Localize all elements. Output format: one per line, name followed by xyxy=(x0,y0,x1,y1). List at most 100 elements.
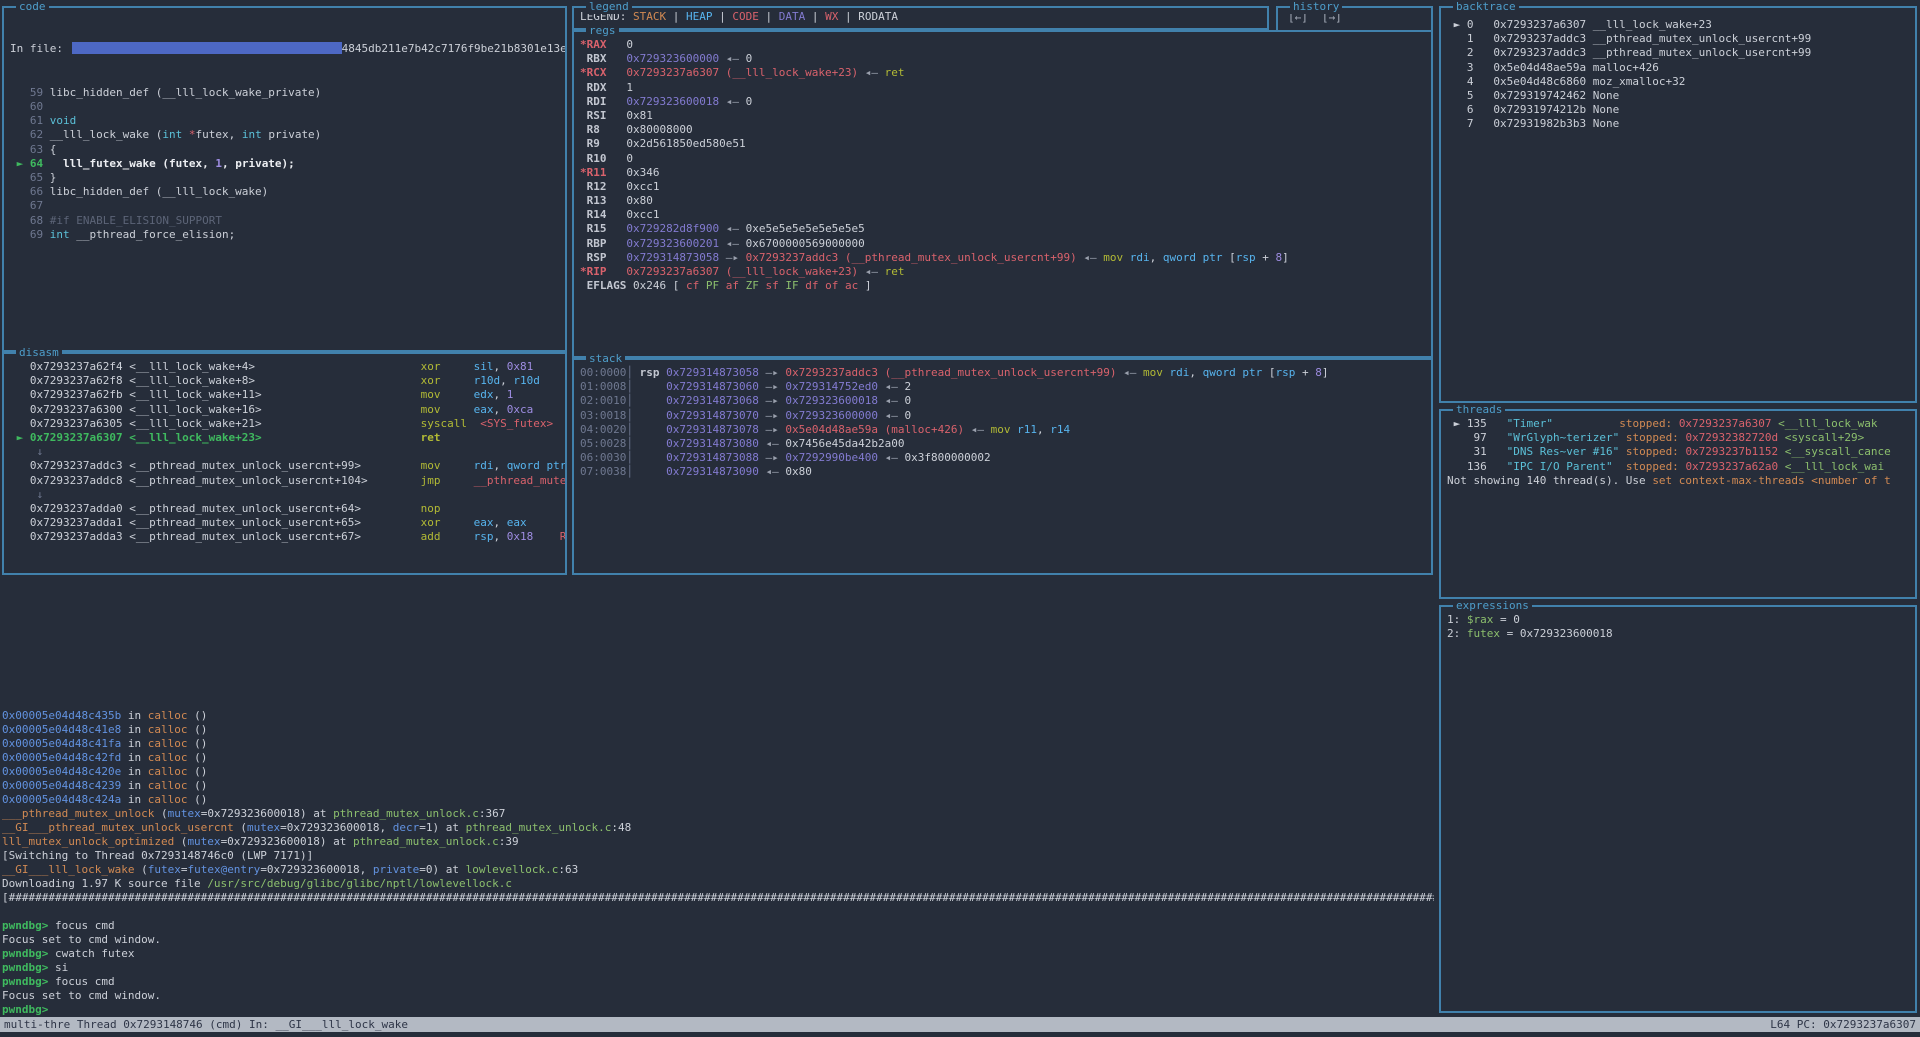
stack-row: 02:0010│ 0x729314873068 —▸ 0x72932360001… xyxy=(580,394,1425,408)
register-row: *RAX 0 xyxy=(580,38,1425,52)
backtrace-frame: 5 0x729319742462 None xyxy=(1447,89,1909,103)
path-highlight xyxy=(72,42,342,54)
stack-row: 01:0008│ 0x729314873060 —▸ 0x729314752ed… xyxy=(580,380,1425,394)
register-row: RDX 1 xyxy=(580,81,1425,95)
cmd-line: __GI___pthread_mutex_unlock_usercnt (mut… xyxy=(2,821,1434,835)
disasm-row: 0x7293237a6305 <__lll_lock_wake+21> sysc… xyxy=(10,417,559,431)
expressions-panel: expressions 1: $rax = 02: futex = 0x7293… xyxy=(1439,605,1917,1013)
legend-content: LEGEND: STACK | HEAP | CODE | DATA | WX … xyxy=(574,8,1267,28)
disasm-row: 0x7293237a62f8 <__lll_lock_wake+8> xor r… xyxy=(10,374,559,388)
cmd-line: 0x00005e04d48c42fd in calloc () xyxy=(2,751,1434,765)
cmd-line: Focus set to cmd window. xyxy=(2,933,1434,947)
disasm-row: 0x7293237addc3 <__pthread_mutex_unlock_u… xyxy=(10,459,559,473)
register-row: RDI 0x729323600018 ◂— 0 xyxy=(580,95,1425,109)
register-row: R13 0x80 xyxy=(580,194,1425,208)
threads-panel-title: threads xyxy=(1453,403,1505,417)
code-panel-content: In file: 4845db211e7b42c7176f9be21b8301e… xyxy=(4,8,565,350)
cmd-line: __GI___lll_lock_wake (futex=futex@entry=… xyxy=(2,863,1434,877)
stack-row: 03:0018│ 0x729314873070 —▸ 0x72932360000… xyxy=(580,409,1425,423)
expression-row: 2: futex = 0x729323600018 xyxy=(1447,627,1909,641)
source-lines: 59 libc_hidden_def (__lll_lock_wake_priv… xyxy=(10,86,559,242)
cmd-line: pwndbg> cwatch futex xyxy=(2,947,1434,961)
thread-row: 136 "IPC I/O Parent" stopped: 0x7293237a… xyxy=(1447,460,1909,474)
stack-row: 00:0000│ rsp 0x729314873058 —▸ 0x7293237… xyxy=(580,366,1425,380)
backtrace-frame: 4 0x5e04d48c6860 moz_xmalloc+32 xyxy=(1447,75,1909,89)
register-row: R10 0 xyxy=(580,152,1425,166)
backtrace-frame: ► 0 0x7293237a6307 __lll_lock_wake+23 xyxy=(1447,18,1909,32)
disassembly-panel: disasm 0x7293237a62f4 <__lll_lock_wake+4… xyxy=(2,352,567,575)
cmd-line: pwndbg> focus cmd xyxy=(2,975,1434,989)
register-row: RBP 0x729323600201 ◂— 0x6700000569000000 xyxy=(580,237,1425,251)
cmd-line: 0x00005e04d48c420e in calloc () xyxy=(2,765,1434,779)
cmd-line: Downloading 1.97 K source file /usr/src/… xyxy=(2,877,1434,891)
disasm-row: 0x7293237a62fb <__lll_lock_wake+11> mov … xyxy=(10,388,559,402)
cmd-line: ___pthread_mutex_unlock (mutex=0x7293236… xyxy=(2,807,1434,821)
source-line: 59 libc_hidden_def (__lll_lock_wake_priv… xyxy=(10,86,559,100)
stack-panel: stack 00:0000│ rsp 0x729314873058 —▸ 0x7… xyxy=(572,358,1433,575)
status-bar: multi-thre Thread 0x7293148746 (cmd) In:… xyxy=(0,1017,1920,1032)
source-line: 62 __lll_lock_wake (int *futex, int priv… xyxy=(10,128,559,142)
register-row: R14 0xcc1 xyxy=(580,208,1425,222)
cmd-line: 0x00005e04d48c41fa in calloc () xyxy=(2,737,1434,751)
source-line: 60 xyxy=(10,100,559,114)
disasm-content: 0x7293237a62f4 <__lll_lock_wake+4> xor s… xyxy=(4,354,565,573)
code-panel-title: code xyxy=(16,0,49,14)
register-row: R15 0x729282d8f900 ◂— 0xe5e5e5e5e5e5e5e5 xyxy=(580,222,1425,236)
disasm-panel-title: disasm xyxy=(16,346,62,360)
thread-row: ► 135 "Timer" stopped: 0x7293237a6307 <_… xyxy=(1447,417,1909,431)
stack-row: 05:0028│ 0x729314873080 ◂— 0x7456e45da42… xyxy=(580,437,1425,451)
register-row: R8 0x80008000 xyxy=(580,123,1425,137)
expression-row: 1: $rax = 0 xyxy=(1447,613,1909,627)
legend-panel-title: legend xyxy=(586,0,632,14)
cmd-line: lll_mutex_unlock_optimized (mutex=0x7293… xyxy=(2,835,1434,849)
backtrace-frame: 7 0x72931982b3b3 None xyxy=(1447,117,1909,131)
register-row: RSI 0x81 xyxy=(580,109,1425,123)
register-row: *RIP 0x7293237a6307 (__lll_lock_wake+23)… xyxy=(580,265,1425,279)
source-file-hash: 4845db211e7b42c7176f9be21b8301e13e xyxy=(342,42,565,55)
expressions-content: 1: $rax = 02: futex = 0x729323600018 xyxy=(1441,607,1915,1011)
backtrace-frame: 2 0x7293237addc3 __pthread_mutex_unlock_… xyxy=(1447,46,1909,60)
thread-row: Not showing 140 thread(s). Use set conte… xyxy=(1447,474,1909,488)
backtrace-frame: 1 0x7293237addc3 __pthread_mutex_unlock_… xyxy=(1447,32,1909,46)
legend-panel: legend LEGEND: STACK | HEAP | CODE | DAT… xyxy=(572,6,1269,30)
register-row: *R11 0x346 xyxy=(580,166,1425,180)
code-panel: code In file: 4845db211e7b42c7176f9be21b… xyxy=(2,6,567,352)
source-line: 66 libc_hidden_def (__lll_lock_wake) xyxy=(10,185,559,199)
cmd-line: [#######################################… xyxy=(2,891,1434,905)
pwndbg-terminal: { "colors":{"bg":"#262d3a","border":"#41… xyxy=(0,0,1920,1037)
in-file-label: In file: xyxy=(10,42,70,55)
register-row: R12 0xcc1 xyxy=(580,180,1425,194)
cmd-line: [Switching to Thread 0x7293148746c0 (LWP… xyxy=(2,849,1434,863)
expressions-panel-title: expressions xyxy=(1453,599,1532,613)
disasm-row: 0x7293237adda3 <__pthread_mutex_unlock_u… xyxy=(10,530,559,544)
disasm-row: ► 0x7293237a6307 <__lll_lock_wake+23> re… xyxy=(10,431,559,445)
legend-row: LEGEND: STACK | HEAP | CODE | DATA | WX … xyxy=(580,10,1261,24)
regs-content: *RAX 0 RBX 0x729323600000 ◂— 0*RCX 0x729… xyxy=(574,32,1431,356)
source-file-header: In file: 4845db211e7b42c7176f9be21b8301e… xyxy=(10,42,559,57)
registers-panel: regs *RAX 0 RBX 0x729323600000 ◂— 0*RCX … xyxy=(572,30,1433,358)
source-line: 63 { xyxy=(10,143,559,157)
cmd-line: Focus set to cmd window. xyxy=(2,989,1434,1003)
source-line: 61 void xyxy=(10,114,559,128)
disasm-row: 0x7293237a62f4 <__lll_lock_wake+4> xor s… xyxy=(10,360,559,374)
regs-panel-title: regs xyxy=(586,24,619,38)
disasm-row: ↓ xyxy=(10,445,559,459)
cmd-line: pwndbg> xyxy=(2,1003,1434,1017)
stack-row: 07:0038│ 0x729314873090 ◂— 0x80 xyxy=(580,465,1425,479)
cmd-line: 0x00005e04d48c41e8 in calloc () xyxy=(2,723,1434,737)
source-line: 67 xyxy=(10,199,559,213)
command-output-window[interactable]: 0x00005e04d48c435b in calloc ()0x00005e0… xyxy=(0,575,1434,1017)
register-row: EFLAGS 0x246 [ cf PF af ZF sf IF df of a… xyxy=(580,279,1425,293)
stack-panel-title: stack xyxy=(586,352,625,366)
register-row: RSP 0x729314873058 —▸ 0x7293237addc3 (__… xyxy=(580,251,1425,265)
stack-row: 06:0030│ 0x729314873088 —▸ 0x7292990be40… xyxy=(580,451,1425,465)
source-line: 68 #if ENABLE_ELISION_SUPPORT xyxy=(10,214,559,228)
thread-row: 31 "DNS Res~ver #16" stopped: 0x7293237b… xyxy=(1447,445,1909,459)
disasm-row: 0x7293237a6300 <__lll_lock_wake+16> mov … xyxy=(10,403,559,417)
disasm-row: 0x7293237adda1 <__pthread_mutex_unlock_u… xyxy=(10,516,559,530)
threads-panel: threads ► 135 "Timer" stopped: 0x7293237… xyxy=(1439,409,1917,599)
source-line: ► 64 lll_futex_wake (futex, 1, private); xyxy=(10,157,559,171)
stack-content: 00:0000│ rsp 0x729314873058 —▸ 0x7293237… xyxy=(574,360,1431,573)
cmd-line: pwndbg> focus cmd xyxy=(2,919,1434,933)
threads-content: ► 135 "Timer" stopped: 0x7293237a6307 <_… xyxy=(1441,411,1915,597)
